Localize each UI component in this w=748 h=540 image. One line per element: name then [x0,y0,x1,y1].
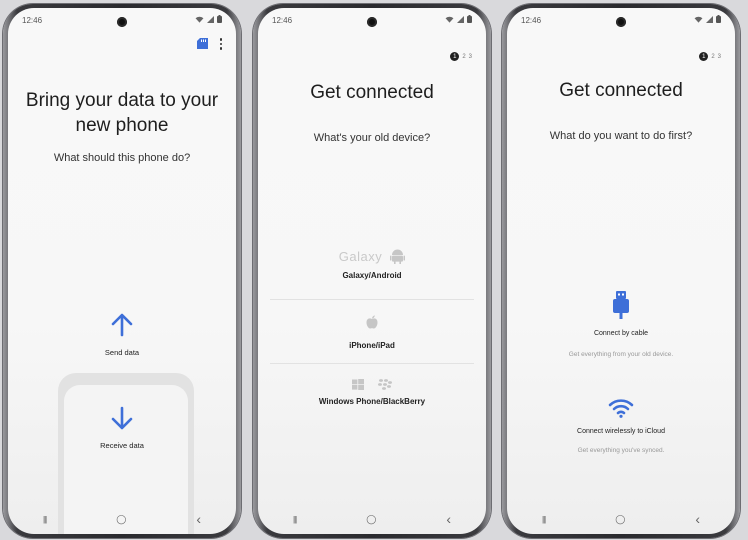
page-subtitle: What's your old device? [313,132,431,144]
page-title: Bring your data to your new phone [8,88,236,138]
nav-bar: ||| ◯ ‹ [8,511,236,527]
divider [270,363,474,364]
wifi-large-icon [608,399,634,418]
status-icons [694,15,721,23]
sd-card-icon[interactable] [196,38,208,50]
connect-by-cable-label: Connect by cable [593,330,649,337]
page-subtitle: What do you want to do first? [549,130,693,142]
home-button[interactable]: ◯ [615,514,625,525]
front-camera [616,17,626,27]
back-button[interactable]: ‹ [446,511,451,527]
usb-cable-icon [613,291,629,319]
nav-bar: ||| ◯ ‹ [507,511,735,527]
wifi-icon [195,16,204,23]
step-indicator: 1 2 3 [699,52,721,61]
screen-bring-data: 12:46 Bring your data to your new phone … [8,8,236,534]
option-windows-blackberry[interactable]: Windows Phone/BlackBerry [258,379,486,406]
step-indicator: 1 2 3 [450,52,472,61]
option-label: Windows Phone/BlackBerry [318,397,426,406]
page-subtitle: What should this phone do? [53,152,191,164]
signal-icon [706,15,713,23]
battery-icon [716,15,721,23]
front-camera [367,17,377,27]
arrow-down-icon [111,406,133,430]
send-data-button[interactable]: Send data [8,313,236,357]
status-time: 12:46 [272,16,293,25]
status-time: 12:46 [521,16,542,25]
connect-by-cable-desc: Get everything from your old device. [568,351,674,358]
connect-wirelessly-button[interactable]: Connect wirelessly to iCloud Get everyth… [507,398,735,454]
screen-first-action: 12:46 1 2 3 Get connected What do you wa… [507,8,735,534]
status-icons [445,15,472,23]
status-icons [195,15,222,23]
status-time: 12:46 [22,16,43,25]
battery-icon [467,15,472,23]
recents-button[interactable]: ||| [43,515,47,524]
back-button[interactable]: ‹ [695,511,700,527]
connect-wirelessly-desc: Get everything you've synced. [577,447,665,454]
step-1-active: 1 [450,52,460,61]
wifi-icon [445,16,454,23]
recents-button[interactable]: ||| [542,515,546,524]
signal-icon [207,15,214,23]
title-line-1: Bring your data to your [25,90,219,111]
option-galaxy-android[interactable]: Galaxy Galaxy/Android [258,248,486,280]
windows-icon [352,379,364,390]
front-camera [117,17,127,27]
receive-data-button[interactable]: Receive data [8,406,236,450]
more-options-icon[interactable] [219,38,222,50]
option-iphone-ipad[interactable]: iPhone/iPad [258,315,486,350]
step-2: 2 [462,53,466,60]
connect-by-cable-button[interactable]: Connect by cable Get everything from you… [507,291,735,358]
step-3: 3 [717,53,721,60]
screen-old-device: 12:46 1 2 3 Get connected What's your ol… [258,8,486,534]
option-label: Galaxy/Android [342,271,402,280]
option-label: iPhone/iPad [349,341,395,350]
page-title: Get connected [310,82,434,103]
blackberry-icon [378,379,392,390]
page-title: Get connected [559,80,683,101]
step-2: 2 [711,53,715,60]
apple-icon [366,315,378,329]
galaxy-logo: Galaxy [338,248,383,264]
receive-data-card[interactable] [58,373,194,534]
battery-icon [217,15,222,23]
top-action-icons [196,38,222,50]
phone-frame-1: 12:46 Bring your data to your new phone … [3,4,241,538]
back-button[interactable]: ‹ [196,511,201,527]
nav-bar: ||| ◯ ‹ [258,511,486,527]
home-button[interactable]: ◯ [366,514,376,525]
title-line-2: new phone [75,115,169,136]
wifi-icon [694,16,703,23]
phone-frame-2: 12:46 1 2 3 Get connected What's your ol… [253,4,491,538]
arrow-up-icon [111,313,133,337]
phone-frame-3: 12:46 1 2 3 Get connected What do you wa… [502,4,740,538]
home-button[interactable]: ◯ [116,514,126,525]
step-1-active: 1 [699,52,709,61]
divider [270,299,474,300]
send-data-label: Send data [104,348,140,357]
receive-data-label: Receive data [100,441,144,450]
signal-icon [457,15,464,23]
connect-wirelessly-label: Connect wirelessly to iCloud [577,428,665,435]
android-icon [390,249,406,264]
recents-button[interactable]: ||| [293,515,297,524]
step-3: 3 [468,53,472,60]
